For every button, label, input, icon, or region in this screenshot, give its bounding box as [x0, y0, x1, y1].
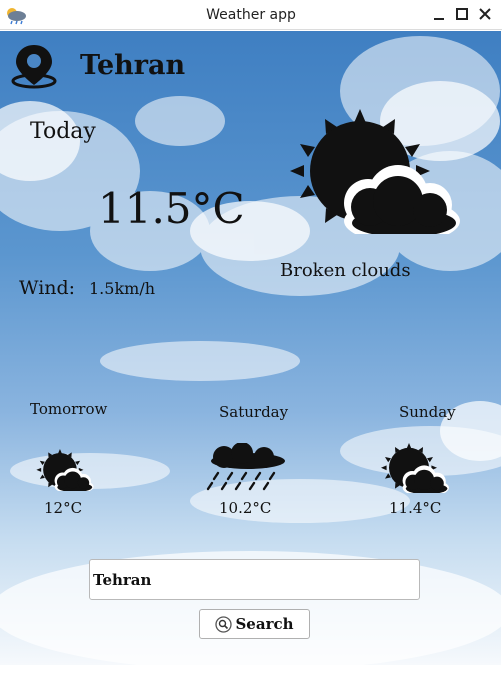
forecast-day-tomorrow: Tomorrow: [30, 400, 108, 418]
forecast-temp-tomorrow: 12°C: [44, 499, 83, 517]
sun-behind-clouds-icon: [30, 449, 100, 491]
forecast-day-saturday: Saturday: [219, 403, 289, 421]
weather-panel: Tehran Today 11.5°C Broken clouds Wind: …: [0, 31, 501, 665]
today-label: Today: [30, 119, 96, 144]
forecast-temp-saturday: 10.2°C: [219, 499, 272, 517]
location-pin-icon: [11, 45, 57, 89]
forecast-temp-sunday: 11.4°C: [389, 499, 442, 517]
window-title: Weather app: [206, 7, 296, 23]
minimize-icon[interactable]: [431, 6, 447, 22]
search-button-label: Search: [235, 615, 294, 633]
search-icon: [215, 615, 233, 633]
weather-description: Broken clouds: [280, 260, 411, 281]
close-icon[interactable]: [477, 6, 493, 22]
city-name: Tehran: [80, 50, 186, 81]
current-temperature: 11.5°C: [98, 184, 245, 233]
city-search-input[interactable]: [89, 559, 420, 600]
maximize-icon[interactable]: [454, 6, 470, 22]
sun-behind-clouds-icon: [374, 443, 456, 493]
wind-speed: 1.5km/h: [89, 279, 156, 298]
forecast-day-sunday: Sunday: [399, 403, 456, 421]
wind-label: Wind:: [19, 277, 76, 299]
title-bar: Weather app: [0, 0, 502, 30]
search-button[interactable]: Search: [199, 609, 310, 639]
rain-cloud-icon: [204, 443, 286, 493]
sun-behind-clouds-icon: [290, 109, 460, 234]
